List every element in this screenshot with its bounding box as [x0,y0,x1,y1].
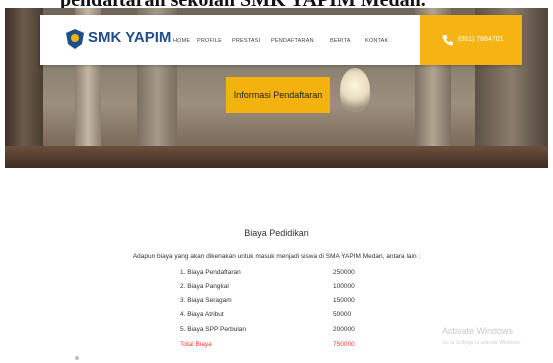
activation-watermark-title: Activate Windows [442,326,514,336]
phone-box[interactable]: (061) 7864701 [420,15,522,65]
activation-watermark-subtitle: Go to Settings to activate Windows. [442,340,521,346]
navbar: SMK YAPIM HOME PROFILE PRESTASI PENDAFTA… [40,15,522,65]
nav-home[interactable]: HOME [173,38,190,44]
fee-label: 3. Biaya Seragam [180,297,232,304]
fee-value: 100000 [333,283,355,290]
phone-icon [442,35,453,46]
nav-prestasi[interactable]: PRESTASI [232,38,260,44]
fee-label: 5. Biaya SPP Perbulan [180,326,247,333]
section-title: Biaya Pedidikan [244,228,309,238]
fee-row: 4. Biaya Atribut 50000 [0,311,553,322]
fee-label: 4. Biaya Atribut [180,311,224,318]
nav-berita[interactable]: BERITA [330,38,351,44]
fee-value: 150000 [333,297,355,304]
hero-floor [5,146,548,168]
total-label: Total Biaya [180,341,212,348]
fee-value: 250000 [333,269,355,276]
fee-row: 1. Biaya Pendaftaran 250000 [0,269,553,280]
hero-column [5,8,43,168]
nav-kontak[interactable]: KONTAK [365,38,388,44]
fee-row: 2. Biaya Pangkal 100000 [0,283,553,294]
nav-pendaftaran[interactable]: PENDAFTARAN [271,38,314,44]
fee-value: 50000 [333,311,352,318]
brand-name[interactable]: SMK YAPIM [88,29,171,46]
fee-row: 3. Biaya Seragam 150000 [0,297,553,308]
fee-value: 200000 [333,326,355,333]
total-value: 750000 [333,341,355,348]
nav-profile[interactable]: PROFILE [197,38,222,44]
info-pendaftaran-button[interactable]: Informasi Pendaftaran [226,77,330,113]
caption-strip: pendaftaran sekolah SMK YAPIM Medan. [0,0,553,8]
phone-number: (061) 7864701 [458,36,504,43]
scroll-indicator [75,356,79,360]
intro-text: Adapun biaya yang akan dikenakan untuk m… [132,253,421,260]
hero-lamp [340,68,370,112]
school-logo-icon[interactable] [65,28,85,50]
caption-text: pendaftaran sekolah SMK YAPIM Medan. [60,0,426,8]
fee-label: 2. Biaya Pangkal [180,283,229,290]
fee-label: 1. Biaya Pendaftaran [180,269,241,276]
